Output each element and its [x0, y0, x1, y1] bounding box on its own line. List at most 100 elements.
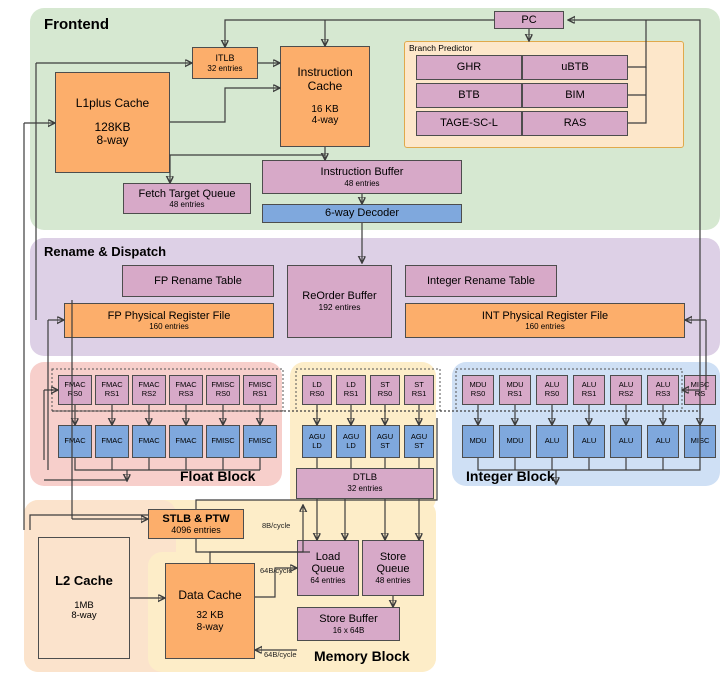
float-rs-2-l2: RS2: [141, 389, 157, 398]
dcache-out-rate-label: 64B/cycle: [264, 650, 297, 659]
stlb-ptw-block: STLB & PTW 4096 entries: [148, 509, 244, 539]
int-fu-6-label: MISC: [690, 436, 710, 446]
int-rs-2: ALU RS0: [536, 375, 568, 405]
int-fu-1: MDU: [499, 425, 531, 458]
int-fu-4: ALU: [610, 425, 642, 458]
ftq-label: Fetch Target Queue: [138, 187, 236, 200]
int-fu-0-label: MDU: [469, 436, 487, 446]
int-rs-6-l2: RS: [694, 389, 706, 398]
instruction-buffer-block: Instruction Buffer 48 entries: [262, 160, 462, 194]
float-block-title: Float Block: [180, 468, 256, 484]
reorder-buffer-block: ReOrder Buffer 192 entires: [287, 265, 392, 338]
icache-ways: 4-way: [311, 115, 339, 127]
mem-rs-3-l2: RS1: [411, 389, 427, 398]
float-rs-3-l2: RS3: [178, 389, 194, 398]
int-fu-4-label: ALU: [618, 436, 634, 446]
icache-label-2: Cache: [307, 79, 343, 93]
mem-rs-0-l2: RS0: [309, 389, 325, 398]
int-fu-2: ALU: [536, 425, 568, 458]
l1plus-ways: 8-way: [96, 133, 129, 148]
mem-rs-2: ST RS0: [370, 375, 400, 405]
ftq-sub: 48 entries: [169, 200, 205, 210]
bp-bim-label: BIM: [565, 89, 585, 102]
icache-label-1: Instruction: [297, 65, 353, 80]
dcache-label: Data Cache: [178, 587, 242, 602]
int-prf-label: INT Physical Register File: [481, 309, 609, 322]
agu-1: AGU LD: [336, 425, 366, 458]
rob-sub: 192 entires: [318, 301, 361, 312]
int-rs-0: MDU RS0: [462, 375, 494, 405]
decoder-label: 6-way Decoder: [325, 207, 399, 220]
int-prf-sub: 160 entries: [525, 322, 565, 332]
store-buffer-sub: 16 x 64B: [332, 625, 365, 635]
float-fu-4-label: FMISC: [211, 436, 235, 446]
frontend-title: Frontend: [44, 16, 109, 33]
dcache-size: 32 KB: [196, 610, 224, 622]
l2-label: L2 Cache: [55, 572, 113, 588]
float-fu-5: FMISC: [243, 425, 277, 458]
fp-rename-table-block: FP Rename Table: [122, 265, 274, 297]
bp-ubtb-label: uBTB: [561, 61, 589, 74]
int-rs-1: MDU RS1: [499, 375, 531, 405]
int-rs-6: MISC RS: [684, 375, 716, 405]
store-queue-l1: Store: [379, 550, 407, 563]
stlb-sub: 4096 entries: [171, 525, 221, 536]
dtlb-label: DTLB: [352, 472, 378, 484]
float-fu-0: FMAC: [58, 425, 92, 458]
store-buffer-label: Store Buffer: [319, 613, 378, 626]
pc-label: PC: [521, 13, 537, 26]
float-fu-2: FMAC: [132, 425, 166, 458]
bp-cell-bim: BIM: [522, 83, 628, 108]
dcache-ways: 8-way: [196, 621, 224, 633]
int-physical-register-file-block: INT Physical Register File 160 entries: [405, 303, 685, 338]
mem-rs-1: LD RS1: [336, 375, 366, 405]
bp-cell-tage-sc-l: TAGE-SC-L: [416, 111, 522, 136]
float-rs-5-l2: RS1: [252, 389, 268, 398]
l2-ways: 8-way: [71, 610, 97, 622]
mem-rs-0: LD RS0: [302, 375, 332, 405]
dtlb-sub: 32 entries: [347, 484, 383, 494]
data-cache-block: Data Cache 32 KB 8-way: [165, 563, 255, 659]
float-rs-0-l2: RS0: [67, 389, 83, 398]
float-rs-3: FMAC RS3: [169, 375, 203, 405]
agu-1-l2: LD: [346, 440, 356, 450]
load-queue-l2: Queue: [311, 563, 345, 576]
int-fu-5-label: ALU: [655, 436, 671, 446]
agu-0: AGU LD: [302, 425, 332, 458]
int-rename-label: Integer Rename Table: [426, 274, 536, 287]
fp-physical-register-file-block: FP Physical Register File 160 entries: [64, 303, 274, 338]
int-rs-1-l2: RS1: [507, 389, 523, 398]
diagram-canvas: Frontend PC Branch Predictor GHR uBTB BT…: [0, 0, 720, 684]
bp-cell-ubtb: uBTB: [522, 55, 628, 80]
load-queue-sub: 64 entries: [310, 576, 346, 586]
float-fu-3: FMAC: [169, 425, 203, 458]
int-rs-3: ALU RS1: [573, 375, 605, 405]
int-fu-1-label: MDU: [506, 436, 524, 446]
l1plus-size: 128KB: [94, 119, 131, 134]
load-queue-l1: Load: [315, 550, 341, 563]
bp-ghr-label: GHR: [456, 61, 482, 74]
float-rs-2: FMAC RS2: [132, 375, 166, 405]
agu-0-l2: LD: [312, 440, 322, 450]
float-fu-2-label: FMAC: [138, 436, 160, 446]
float-rs-1-l2: RS1: [104, 389, 120, 398]
mem-rs-3: ST RS1: [404, 375, 434, 405]
float-fu-5-label: FMISC: [248, 436, 272, 446]
float-fu-4: FMISC: [206, 425, 240, 458]
itlb-block: ITLB 32 entries: [192, 47, 258, 79]
fp-prf-label: FP Physical Register File: [107, 309, 231, 322]
fetch-target-queue-block: Fetch Target Queue 48 entries: [123, 183, 251, 214]
rename-title: Rename & Dispatch: [44, 244, 167, 259]
int-rs-4: ALU RS2: [610, 375, 642, 405]
int-fu-2-label: ALU: [544, 436, 560, 446]
agu-2-l2: ST: [380, 440, 390, 450]
bp-btb-label: BTB: [458, 89, 480, 102]
itlb-label: ITLB: [215, 53, 235, 64]
bp-ras-label: RAS: [563, 117, 587, 130]
l1plus-cache-block: L1plus Cache 128KB 8-way: [55, 72, 170, 173]
dtlb-block: DTLB 32 entries: [296, 468, 434, 499]
fp-prf-sub: 160 entries: [149, 322, 189, 332]
memory-block-title: Memory Block: [314, 648, 410, 664]
mem-rs-2-l2: RS0: [377, 389, 393, 398]
dcache-load-rate-label: 64B/cycle: [260, 566, 293, 575]
